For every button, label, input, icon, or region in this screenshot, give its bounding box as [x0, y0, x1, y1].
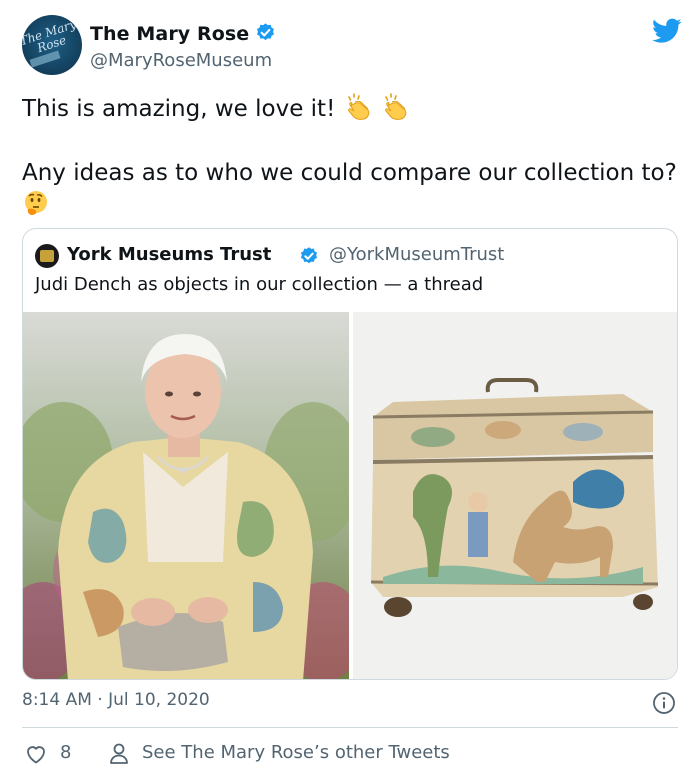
- tweet-header: The Mary Rose The Mary Rose @MaryRoseMus…: [22, 15, 682, 77]
- clapping-hands-emoji-icon: [380, 93, 410, 130]
- heart-icon[interactable]: [24, 742, 48, 771]
- quoted-verified-badge-icon: [299, 246, 319, 271]
- quoted-tweet[interactable]: York Museums Trust @YorkMuseumTrust Judi…: [22, 228, 678, 680]
- clapping-hands-emoji-icon: [343, 93, 373, 130]
- tweet-text-line2-content: Any ideas as to who we could compare our…: [22, 160, 677, 186]
- author-name[interactable]: The Mary Rose: [90, 22, 276, 48]
- quoted-author-handle: @YorkMuseumTrust: [329, 244, 505, 265]
- author-handle[interactable]: @MaryRoseMuseum: [90, 50, 272, 71]
- author-avatar[interactable]: The Mary Rose: [22, 15, 82, 75]
- quoted-author-avatar: [35, 244, 59, 268]
- tweet-text-line1-content: This is amazing, we love it!: [22, 96, 336, 122]
- tweet-timestamp[interactable]: 8:14 AM · Jul 10, 2020: [22, 690, 210, 710]
- divider: [22, 727, 678, 728]
- quoted-tweet-text: Judi Dench as objects in our collection …: [35, 274, 484, 295]
- thinking-face-emoji-icon: [22, 189, 50, 226]
- tweet-text-line2: Any ideas as to who we could compare our…: [22, 157, 682, 226]
- twitter-bird-icon[interactable]: [652, 18, 682, 48]
- verified-badge-icon: [255, 22, 276, 48]
- photo-embroidered-casket[interactable]: [353, 312, 677, 679]
- person-icon[interactable]: [108, 742, 130, 771]
- like-count[interactable]: 8: [60, 742, 71, 763]
- tweet-text-line1: This is amazing, we love it!: [22, 93, 682, 130]
- quoted-author-name: York Museums Trust: [67, 244, 272, 265]
- tweet-text: This is amazing, we love it! Any ideas a…: [22, 93, 682, 226]
- author-name-text: The Mary Rose: [90, 23, 250, 45]
- see-other-tweets-link[interactable]: See The Mary Rose’s other Tweets: [142, 742, 450, 763]
- info-icon[interactable]: [652, 691, 676, 719]
- photo-woman-floral-jacket[interactable]: [23, 312, 349, 679]
